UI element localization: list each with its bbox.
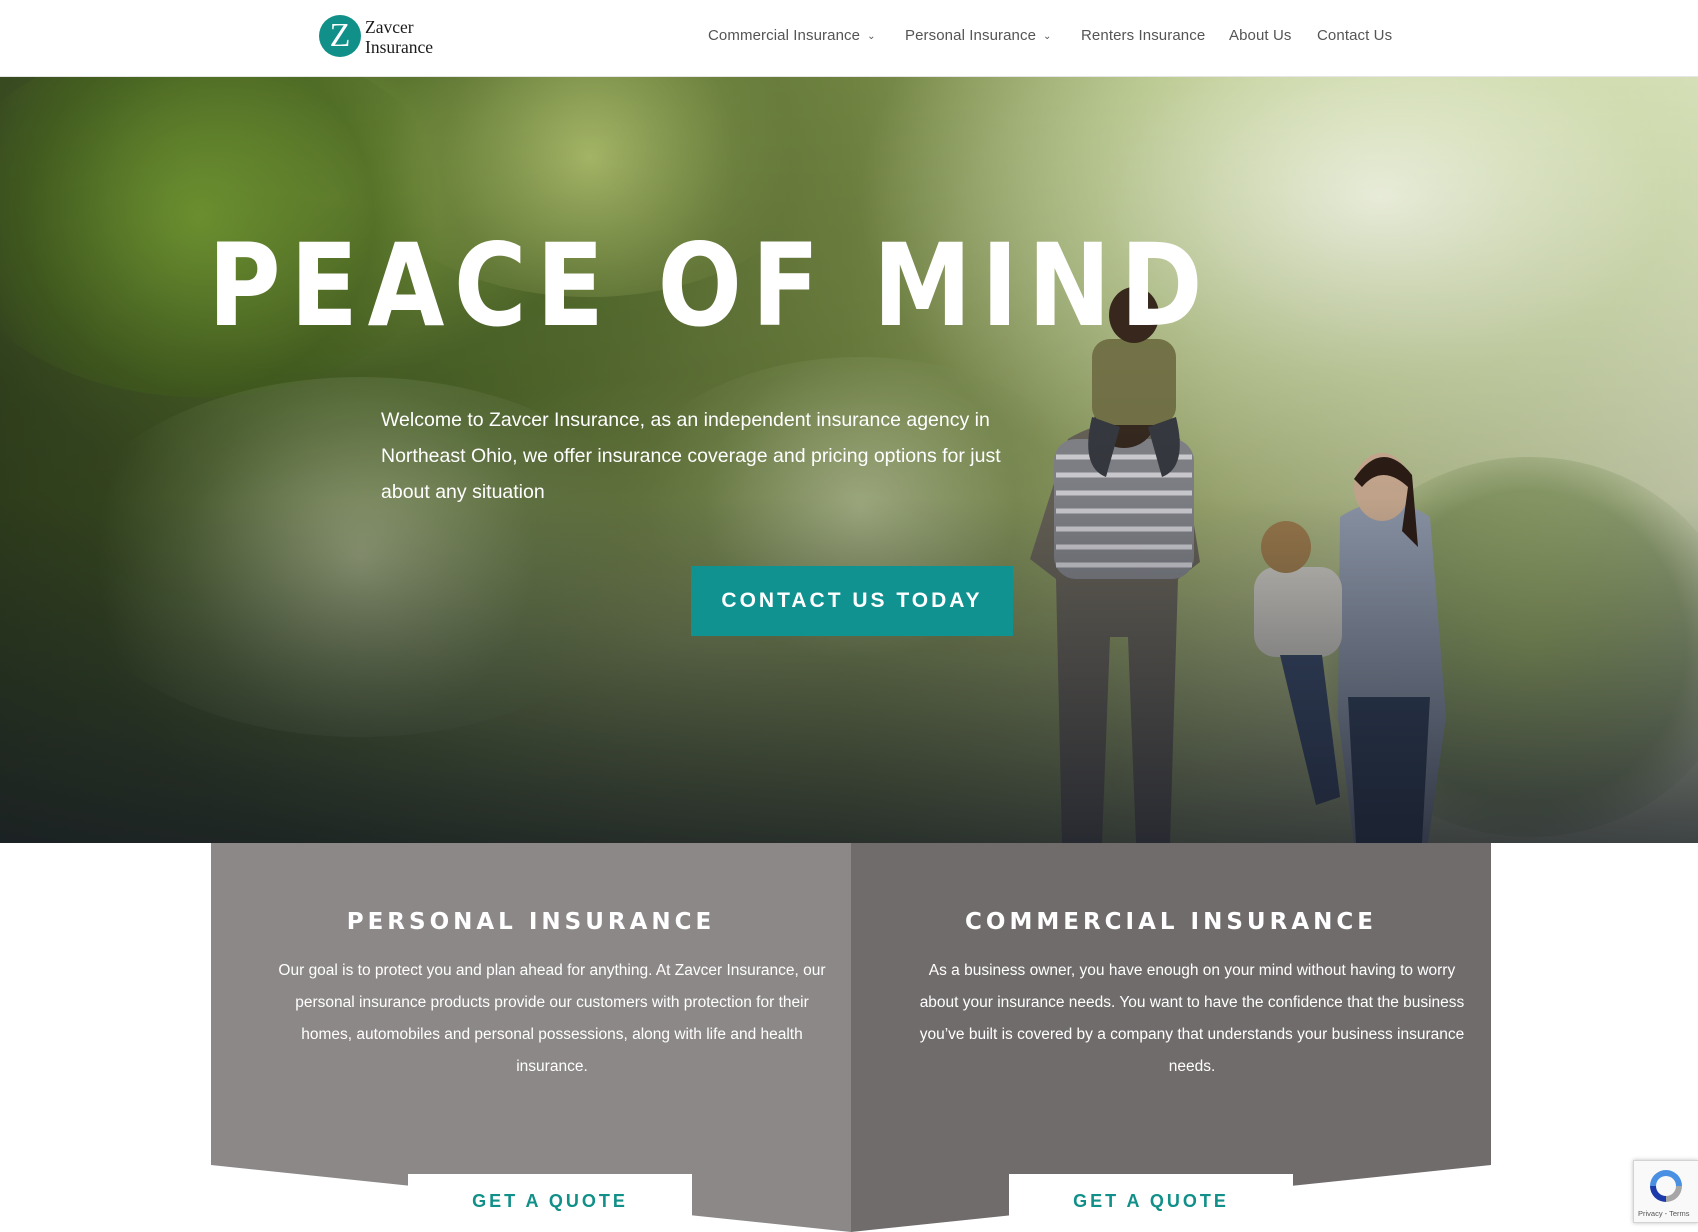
hero-intro-text: Welcome to Zavcer Insurance, as an indep… [381, 409, 1001, 503]
nav-item-renters-insurance[interactable]: Renters Insurance [1081, 27, 1205, 44]
nav-item-commercial-insurance[interactable]: Commercial Insurance ⌄ [708, 27, 876, 44]
recaptcha-icon [1650, 1170, 1682, 1202]
card-text: Our goal is to protect you and plan ahea… [278, 962, 826, 1075]
nav-item-label: Personal Insurance [905, 27, 1037, 44]
card-title: PERSONAL INSURANCE [346, 909, 716, 935]
nav-item-label: Commercial Insurance [708, 27, 861, 44]
insurance-cards: PERSONAL INSURANCE Our goal is to protec… [211, 843, 1491, 1232]
nav-item-about-us[interactable]: About Us [1229, 27, 1292, 44]
commercial-insurance-card: COMMERCIAL INSURANCE As a business owner… [851, 843, 1491, 1232]
nav-item-contact-us[interactable]: Contact Us [1317, 27, 1392, 44]
card-text: As a business owner, you have enough on … [919, 962, 1465, 1075]
nav-item-personal-insurance[interactable]: Personal Insurance ⌄ [905, 27, 1052, 44]
chevron-down-icon: ⌄ [867, 31, 876, 42]
recaptcha-links[interactable]: Privacy - Terms [1638, 1209, 1690, 1218]
logo-line-1: Zavcer [365, 17, 414, 37]
personal-insurance-card: PERSONAL INSURANCE Our goal is to protec… [211, 843, 851, 1232]
recaptcha-badge[interactable]: Privacy - Terms [1633, 1160, 1698, 1223]
logo-mark-icon: Z [319, 15, 361, 57]
logo-wordmark: Zavcer Insurance [365, 17, 433, 57]
personal-get-a-quote-button[interactable]: GET A QUOTE [408, 1174, 692, 1228]
site-header: Z Zavcer Insurance Commercial Insurance ⌄… [0, 0, 1698, 77]
card-title: COMMERCIAL INSURANCE [965, 909, 1377, 935]
hero-title: PEACE OF MIND [208, 219, 1213, 352]
hero-section: PEACE OF MIND Welcome to Zavcer Insuranc… [0, 77, 1698, 843]
chevron-down-icon: ⌄ [1043, 31, 1052, 42]
logo-line-2: Insurance [365, 37, 434, 57]
commercial-get-a-quote-button[interactable]: GET A QUOTE [1009, 1174, 1293, 1228]
contact-us-today-button[interactable]: CONTACT US TODAY [691, 566, 1013, 636]
site-logo[interactable]: Z Zavcer Insurance [319, 15, 439, 59]
